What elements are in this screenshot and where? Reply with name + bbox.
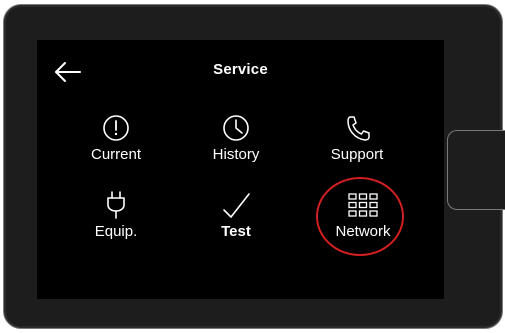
- current-label: Current: [90, 146, 142, 163]
- device-side-button: [447, 130, 505, 210]
- phone-icon: [340, 113, 374, 143]
- network-grid-icon: [346, 190, 380, 220]
- exclamation-circle-icon: [99, 113, 133, 143]
- current-tile[interactable]: Current: [66, 113, 166, 175]
- test-label: Test: [221, 223, 251, 240]
- test-tile[interactable]: Test: [186, 190, 286, 252]
- clock-icon: [219, 113, 253, 143]
- network-tile[interactable]: Network: [313, 190, 413, 252]
- support-tile[interactable]: Support: [307, 113, 407, 175]
- service-screen: Service Current History Support Equip. T…: [37, 40, 444, 299]
- checkmark-icon: [219, 190, 253, 220]
- equip-label: Equip.: [94, 223, 138, 240]
- page-title: Service: [213, 61, 268, 78]
- support-label: Support: [330, 146, 384, 163]
- plug-icon: [99, 190, 133, 220]
- history-label: History: [212, 146, 260, 163]
- network-label: Network: [335, 223, 391, 240]
- equip-tile[interactable]: Equip.: [66, 190, 166, 252]
- history-tile[interactable]: History: [186, 113, 286, 175]
